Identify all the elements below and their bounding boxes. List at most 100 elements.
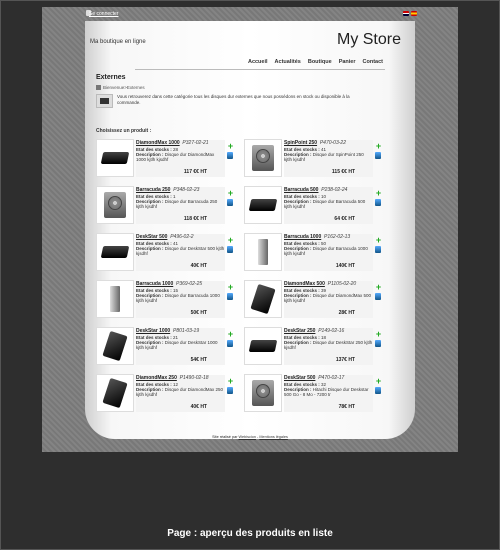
product-price: 40€ HT — [190, 263, 207, 269]
nav-panier[interactable]: Panier — [339, 59, 356, 69]
breadcrumb-text[interactable]: Bienvenue>Externes — [103, 85, 145, 90]
product-thumbnail[interactable] — [244, 233, 282, 271]
product-name[interactable]: DeskStar 1000 — [136, 328, 170, 334]
product-description: Description : Disque dur SpinPoint 250 k… — [284, 152, 373, 162]
add-to-cart-icon[interactable]: + — [375, 377, 382, 386]
view-details-icon[interactable] — [375, 293, 381, 300]
product-thumbnail[interactable] — [96, 139, 134, 177]
product-price: 64 €€ HT — [334, 216, 355, 222]
product-thumbnail[interactable] — [244, 280, 282, 318]
nav-boutique[interactable]: Boutique — [308, 59, 332, 69]
login-link[interactable]: Se connecter — [89, 11, 118, 17]
add-to-cart-icon[interactable]: + — [375, 330, 382, 339]
product-name[interactable]: DiamondMax 500 — [284, 281, 325, 287]
product-name[interactable]: Barracuda 1000 — [136, 281, 173, 287]
product-description: Description : Disque dur Barracuda 250 k… — [136, 199, 225, 209]
header: Ma boutique en ligne My Store — [85, 21, 415, 57]
choose-product-label: Choisissez un produit : — [96, 128, 152, 134]
product-actions: + — [375, 236, 383, 253]
product-name[interactable]: DeskStar 500 — [136, 234, 167, 240]
product-price: 40€ HT — [190, 404, 207, 410]
product-description: Description : Hitachi Disque dur Desksta… — [284, 387, 373, 397]
product-actions: + — [227, 189, 235, 206]
topbar: Se connecter — [42, 7, 458, 21]
product-ref: P470-03-22 — [319, 140, 346, 146]
product-name[interactable]: Barracuda 1000 — [284, 234, 321, 240]
product-info: DeskStar 500 P470-02-17 Etat des stocks … — [284, 375, 373, 412]
nav-contact[interactable]: Contact — [363, 59, 383, 69]
product-name[interactable]: SpinPoint 250 — [284, 140, 317, 146]
add-to-cart-icon[interactable]: + — [227, 142, 234, 151]
product-card: Barracuda 1000 P369-02-25 Etat des stock… — [96, 280, 239, 318]
footer-link-mentions[interactable]: Mentions légales — [259, 435, 288, 439]
store-name[interactable]: My Store — [337, 31, 401, 49]
home-icon[interactable] — [96, 85, 101, 90]
nav-divider — [135, 69, 385, 70]
product-thumbnail[interactable] — [96, 233, 134, 271]
flag-en-icon[interactable] — [403, 11, 409, 16]
product-card: Barracuda 250 P348-02-23 Etat des stocks… — [96, 186, 239, 224]
product-image — [102, 377, 128, 409]
product-title: SpinPoint 250 P470-03-22 — [284, 140, 373, 147]
caption: Page : aperçu des produits en liste — [167, 528, 333, 539]
product-actions: + — [227, 142, 235, 159]
add-to-cart-icon[interactable]: + — [227, 377, 234, 386]
product-thumbnail[interactable] — [244, 186, 282, 224]
view-details-icon[interactable] — [227, 293, 233, 300]
add-to-cart-icon[interactable]: + — [375, 142, 382, 151]
product-name[interactable]: DiamondMax 250 — [136, 375, 177, 381]
product-price: 54€ HT — [190, 357, 207, 363]
view-details-icon[interactable] — [227, 340, 233, 347]
view-details-icon[interactable] — [375, 246, 381, 253]
product-image — [250, 283, 276, 315]
view-details-icon[interactable] — [227, 152, 233, 159]
view-details-icon[interactable] — [375, 340, 381, 347]
add-to-cart-icon[interactable]: + — [375, 283, 382, 292]
product-ref: P470-02-17 — [318, 375, 345, 381]
flag-es-icon[interactable] — [411, 11, 417, 16]
product-name[interactable]: Barracuda 250 — [136, 187, 170, 193]
add-to-cart-icon[interactable]: + — [227, 330, 234, 339]
product-thumbnail[interactable] — [96, 186, 134, 224]
product-actions: + — [227, 330, 235, 347]
product-name[interactable]: DeskStar 500 — [284, 375, 315, 381]
product-name[interactable]: DeskStar 250 — [284, 328, 315, 334]
product-title: DiamondMax 250 P1490-02-18 — [136, 375, 225, 382]
add-to-cart-icon[interactable]: + — [227, 236, 234, 245]
view-details-icon[interactable] — [227, 246, 233, 253]
nav-accueil[interactable]: Accueil — [248, 59, 268, 69]
product-name[interactable]: DiamondMax 1000 — [136, 140, 180, 146]
product-title: Barracuda 1000 P162-02-13 — [284, 234, 373, 241]
store-tagline: Ma boutique en ligne — [90, 39, 146, 45]
product-name[interactable]: Barracuda 500 — [284, 187, 318, 193]
product-thumbnail[interactable] — [244, 139, 282, 177]
product-image — [104, 192, 126, 218]
footer-link-webiscion[interactable]: Webiscion — [239, 435, 256, 439]
add-to-cart-icon[interactable]: + — [375, 189, 382, 198]
product-thumbnail[interactable] — [96, 280, 134, 318]
product-thumbnail[interactable] — [96, 327, 134, 365]
product-card: SpinPoint 250 P470-03-22 Etat des stocks… — [244, 139, 387, 177]
product-price: 115 €€ HT — [331, 169, 355, 175]
add-to-cart-icon[interactable]: + — [227, 283, 234, 292]
product-description: Description : Disque dur Barracuda 1000 … — [284, 246, 373, 256]
product-thumbnail[interactable] — [96, 374, 134, 412]
product-ref: P1490-02-18 — [179, 375, 209, 381]
language-flags — [403, 11, 417, 16]
product-description: Description : Disque dur Barracuda 1000 … — [136, 293, 225, 303]
product-thumbnail[interactable] — [244, 327, 282, 365]
add-to-cart-icon[interactable]: + — [227, 189, 234, 198]
product-thumbnail[interactable] — [244, 374, 282, 412]
view-details-icon[interactable] — [375, 387, 381, 394]
product-image — [248, 340, 278, 352]
product-price: 78€ HT — [338, 404, 355, 410]
add-to-cart-icon[interactable]: + — [375, 236, 382, 245]
nav-actualites[interactable]: Actualités — [275, 59, 301, 69]
product-actions: + — [227, 283, 235, 300]
view-details-icon[interactable] — [227, 387, 233, 394]
view-details-icon[interactable] — [375, 152, 381, 159]
view-details-icon[interactable] — [227, 199, 233, 206]
view-details-icon[interactable] — [375, 199, 381, 206]
product-card: DiamondMax 250 P1490-02-18 Etat des stoc… — [96, 374, 239, 412]
product-description: Description : Disque dur DiamondMax 250 … — [136, 387, 225, 397]
